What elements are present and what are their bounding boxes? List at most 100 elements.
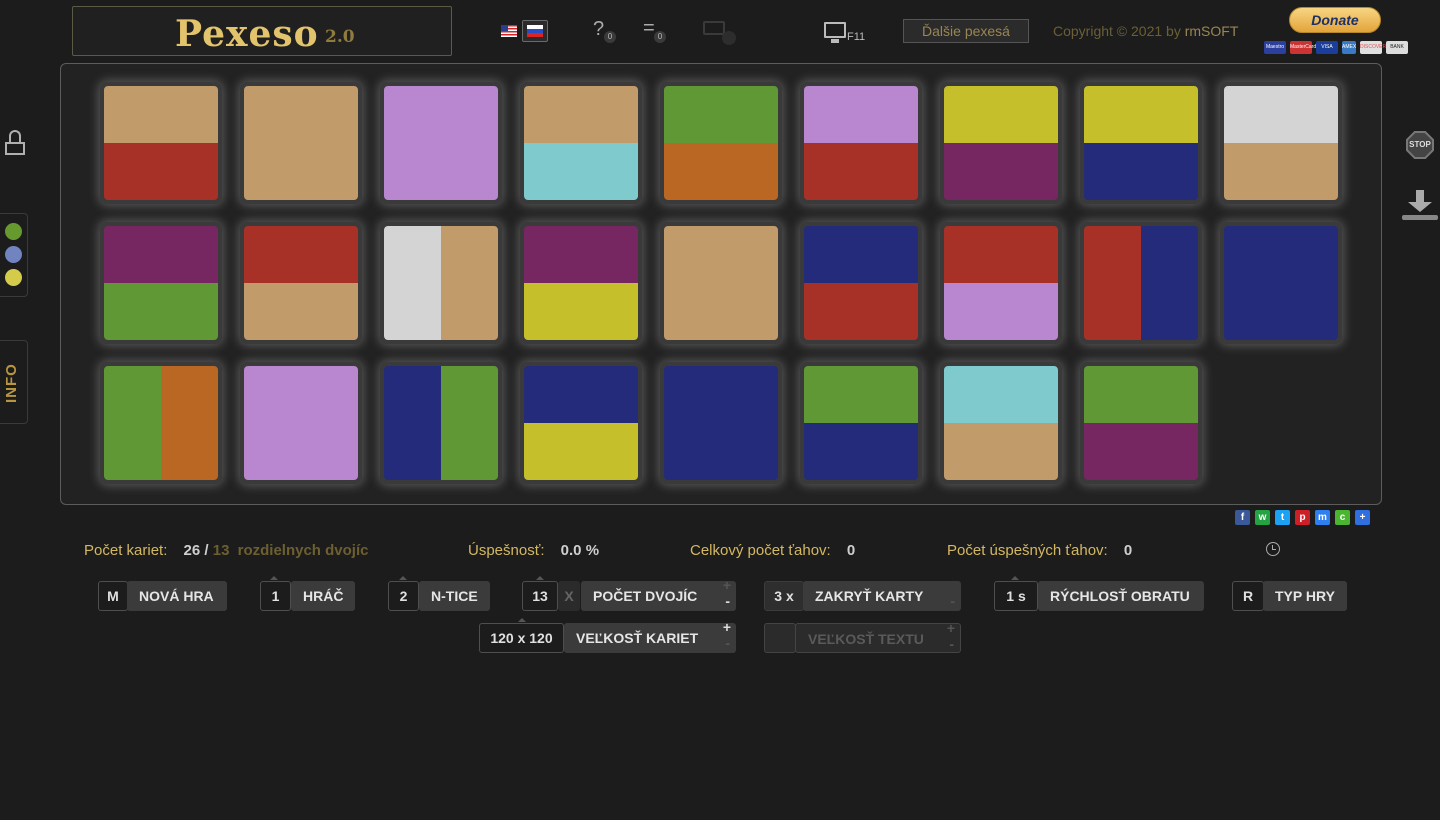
memory-card[interactable] xyxy=(940,222,1062,344)
card-size-value[interactable]: 120 x 120 xyxy=(479,623,564,653)
ntice-button[interactable]: N-TICE xyxy=(419,581,490,611)
speed-up-icon[interactable] xyxy=(1011,576,1019,580)
english-flag-icon[interactable] xyxy=(501,25,517,37)
more-games-button[interactable]: Ďalšie pexesá xyxy=(903,19,1029,43)
pairs-up-icon[interactable] xyxy=(536,576,544,580)
keyboard-status-dot-icon xyxy=(722,31,736,45)
text-size-label: VEĽKOSŤ TEXTU xyxy=(808,631,924,647)
fullscreen-monitor-icon[interactable] xyxy=(824,22,846,43)
text-size-value xyxy=(764,623,796,653)
memory-card[interactable] xyxy=(800,362,922,484)
cover-cards-button[interactable]: ZAKRYŤ KARTY - xyxy=(803,581,961,611)
info-tab-label: INFO xyxy=(3,363,20,403)
keyboard-icon[interactable] xyxy=(703,21,725,35)
memory-card[interactable] xyxy=(660,222,782,344)
memory-card[interactable] xyxy=(100,82,222,204)
visa-icon: VISA xyxy=(1316,41,1338,54)
player-up-icon[interactable] xyxy=(270,576,278,580)
player-value[interactable]: 1 xyxy=(260,581,291,611)
memory-card[interactable] xyxy=(520,82,642,204)
unlock-icon[interactable] xyxy=(4,130,26,156)
new-game-key[interactable]: M xyxy=(98,581,128,611)
memory-card[interactable] xyxy=(800,82,922,204)
memory-card[interactable] xyxy=(800,222,922,344)
game-type-key[interactable]: R xyxy=(1232,581,1264,611)
app-version: 2.0 xyxy=(325,27,355,47)
amex-icon: AMEX xyxy=(1342,41,1356,54)
bank-icon: BANK xyxy=(1386,41,1408,54)
wechat-icon[interactable]: c xyxy=(1335,510,1350,525)
pairs-x-button[interactable]: X xyxy=(558,581,580,611)
pairs-minus-icon[interactable]: - xyxy=(725,594,730,608)
size-up-icon[interactable] xyxy=(518,618,526,622)
text-size-minus-icon: - xyxy=(949,636,954,652)
successful-moves-stat: Počet úspešných ťahov: 0 xyxy=(947,542,1132,559)
card-size-button[interactable]: VEĽKOSŤ KARIET + - xyxy=(564,620,736,653)
whatsapp-icon[interactable]: w xyxy=(1255,510,1270,525)
list-icon[interactable]: = xyxy=(643,17,655,40)
speed-button[interactable]: RÝCHLOSŤ OBRATU xyxy=(1038,581,1204,611)
pinterest-icon[interactable]: p xyxy=(1295,510,1310,525)
successful-moves-value: 0 xyxy=(1123,542,1133,559)
memory-card[interactable] xyxy=(1220,222,1342,344)
twitter-icon[interactable]: t xyxy=(1275,510,1290,525)
slovak-language-button[interactable] xyxy=(522,20,548,42)
clock-icon[interactable] xyxy=(1266,542,1280,556)
mastercard-icon: MasterCard xyxy=(1290,41,1316,54)
blue-dot-icon[interactable] xyxy=(5,246,22,263)
player-button[interactable]: HRÁČ xyxy=(291,581,355,611)
memory-card[interactable] xyxy=(1080,362,1202,484)
ntice-up-icon[interactable] xyxy=(399,576,407,580)
memory-card[interactable] xyxy=(380,362,502,484)
pair-count-label: rozdielnych dvojíc xyxy=(237,542,369,559)
maestro-icon: Maestro xyxy=(1264,41,1286,54)
yellow-dot-icon[interactable] xyxy=(5,269,22,286)
speed-value[interactable]: 1 s xyxy=(994,581,1038,611)
messenger-icon[interactable]: m xyxy=(1315,510,1330,525)
donate-button[interactable]: Donate xyxy=(1289,7,1381,33)
memory-card[interactable] xyxy=(100,222,222,344)
slovak-flag-icon xyxy=(527,25,543,37)
copyright-brand[interactable]: rmSOFT xyxy=(1185,23,1239,39)
size-plus-icon[interactable]: + xyxy=(723,620,731,634)
help-icon[interactable]: ? xyxy=(593,18,604,41)
game-type-button[interactable]: TYP HRY xyxy=(1263,581,1347,611)
card-count-value: 26 / xyxy=(183,542,209,559)
card-count-stat: Počet kariet: 26 / 13 rozdielnych dvojíc xyxy=(84,542,368,559)
ntice-value[interactable]: 2 xyxy=(388,581,419,611)
memory-card[interactable] xyxy=(240,362,362,484)
memory-card[interactable] xyxy=(240,82,362,204)
memory-card[interactable] xyxy=(240,222,362,344)
card-size-label: VEĽKOSŤ KARIET xyxy=(576,630,699,646)
new-game-button[interactable]: NOVÁ HRA xyxy=(127,581,227,611)
memory-card[interactable] xyxy=(380,82,502,204)
success-value: 0.0 % xyxy=(560,542,600,559)
memory-card[interactable] xyxy=(1080,82,1202,204)
cover-minus-icon[interactable]: - xyxy=(950,594,955,608)
memory-card[interactable] xyxy=(940,82,1062,204)
green-dot-icon[interactable] xyxy=(5,223,22,240)
info-tab[interactable]: INFO xyxy=(0,340,28,424)
color-dots-panel xyxy=(0,213,28,297)
copyright-prefix: Copyright © 2021 by xyxy=(1053,23,1185,39)
discover-icon: DISCOVER xyxy=(1360,41,1386,54)
facebook-icon[interactable]: f xyxy=(1235,510,1250,525)
app-name: Pexeso xyxy=(175,13,319,55)
memory-card[interactable] xyxy=(1220,82,1342,204)
memory-card[interactable] xyxy=(660,82,782,204)
memory-card[interactable] xyxy=(520,362,642,484)
memory-card[interactable] xyxy=(940,362,1062,484)
pairs-value[interactable]: 13 xyxy=(522,581,558,611)
pairs-plus-icon[interactable]: + xyxy=(723,578,731,592)
memory-card[interactable] xyxy=(1080,222,1202,344)
success-label: Úspešnosť: xyxy=(468,542,545,559)
memory-card[interactable] xyxy=(520,222,642,344)
size-minus-icon[interactable]: - xyxy=(725,636,730,650)
pairs-button[interactable]: POČET DVOJÍC + - xyxy=(581,578,736,611)
share-more-icon[interactable]: + xyxy=(1355,510,1370,525)
memory-card[interactable] xyxy=(380,222,502,344)
memory-card[interactable] xyxy=(100,362,222,484)
memory-card[interactable] xyxy=(660,362,782,484)
download-icon[interactable] xyxy=(1402,190,1438,222)
cover-value[interactable]: 3 x xyxy=(764,581,804,611)
